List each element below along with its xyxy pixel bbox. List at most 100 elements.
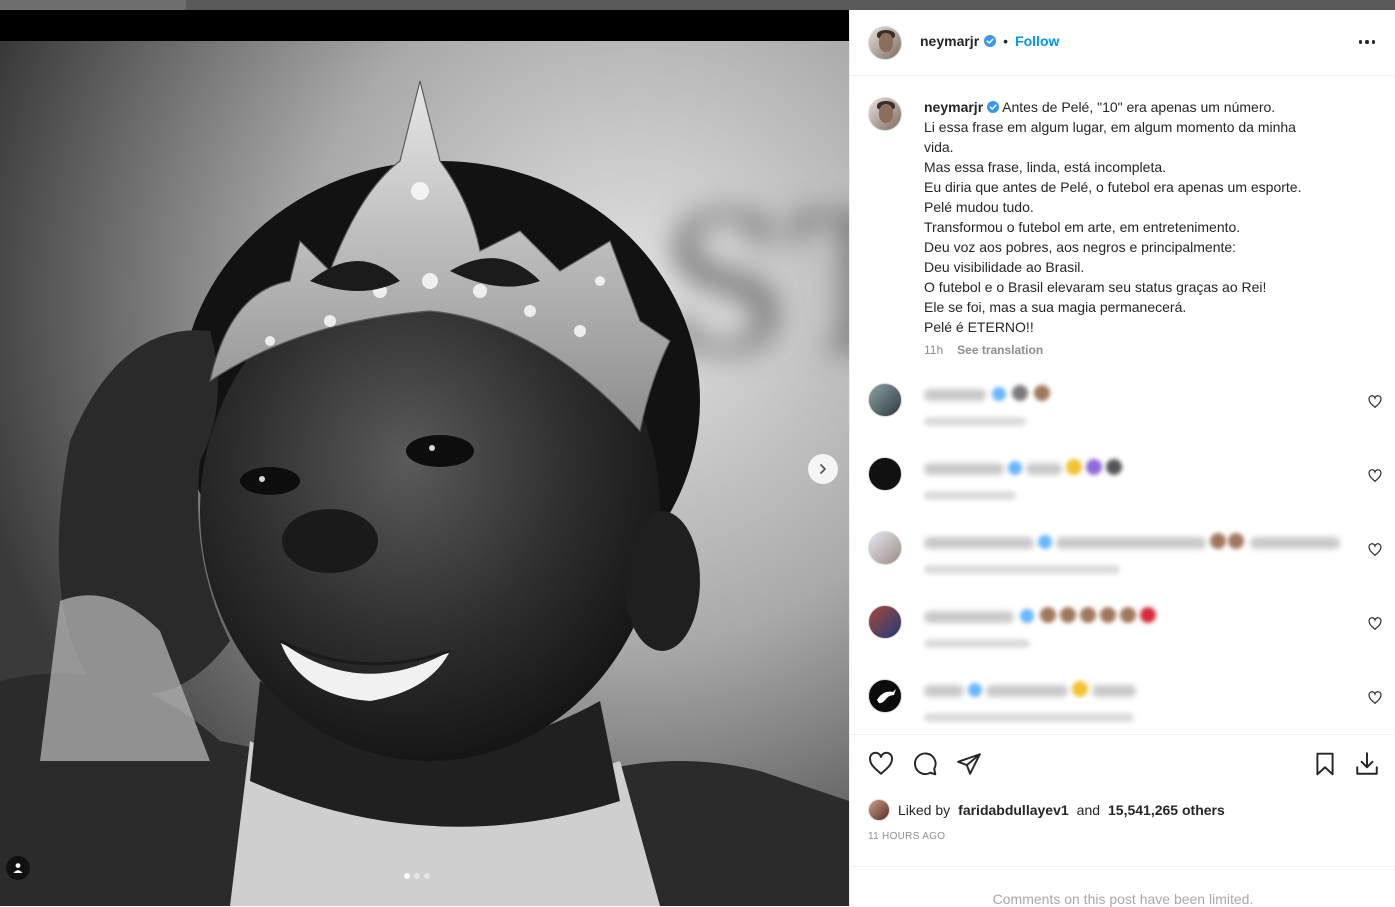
- commenter-avatar[interactable]: [868, 457, 902, 491]
- paper-plane-icon[interactable]: [956, 751, 982, 777]
- commenter-avatar[interactable]: [868, 679, 902, 713]
- verified-badge-icon: [1020, 609, 1034, 623]
- carousel-indicator: [404, 873, 430, 879]
- chevron-right-icon: [820, 464, 826, 474]
- caption-author-avatar[interactable]: [868, 97, 902, 131]
- comment-blurred-text: [986, 685, 1068, 697]
- user-tag-icon: [13, 863, 23, 873]
- verified-badge-icon: [984, 35, 997, 47]
- carousel-dot: [424, 873, 430, 879]
- browser-top-strip: [0, 0, 1395, 10]
- caption-line: Deu visibilidade ao Brasil.: [924, 259, 1085, 275]
- emoji-icon: [1080, 607, 1096, 623]
- caption-line: Li essa frase em algum lugar, em algum m…: [924, 119, 1296, 135]
- emoji-icon: [1210, 533, 1226, 549]
- comment-blurred-meta: [924, 565, 1120, 574]
- post-photo[interactable]: ST: [0, 41, 849, 906]
- post-actions: Liked by faridabdullayev1 and 15,541,265…: [850, 734, 1395, 866]
- verified-badge-icon: [1008, 461, 1022, 475]
- post-header: neymarjr • Follow: [850, 10, 1395, 76]
- comment-like-icon[interactable]: [1368, 691, 1382, 705]
- comment-blurred-meta: [924, 491, 1016, 500]
- caption-line: Deu voz aos pobres, aos negros e princip…: [924, 239, 1237, 255]
- liker-avatar[interactable]: [868, 799, 890, 821]
- caption-meta: 11h See translation: [924, 343, 1043, 357]
- caption-line: Transformou o futebol em arte, em entret…: [924, 219, 1241, 235]
- comment-blurred-text: [924, 611, 1014, 623]
- post-timestamp[interactable]: 11 HOURS AGO: [868, 831, 945, 842]
- comment-blurred-meta: [924, 417, 1026, 426]
- emoji-icon: [1140, 607, 1156, 623]
- emoji-icon: [1228, 533, 1244, 549]
- author-username[interactable]: neymarjr: [920, 33, 979, 49]
- caption-line: Eu diria que antes de Pelé, o futebol er…: [924, 179, 1302, 195]
- comment-blurred-text: [1250, 537, 1340, 549]
- caption-line: Pelé é ETERNO!!: [924, 319, 1034, 335]
- carousel-dot: [404, 873, 410, 879]
- more-options-icon[interactable]: [1356, 36, 1378, 48]
- caption-line: vida.: [924, 139, 954, 155]
- comment-blurred-text: [1026, 463, 1062, 475]
- caption-line: O futebol e o Brasil elevaram seu status…: [924, 279, 1267, 295]
- caption-line: Pelé mudou tudo.: [924, 199, 1034, 215]
- comment-like-icon[interactable]: [1368, 469, 1382, 483]
- post-media-panel: ST: [0, 10, 849, 906]
- comments-area[interactable]: neymarjr Antes de Pelé, "10" era apenas …: [850, 77, 1395, 734]
- comment-blurred-text: [924, 537, 1034, 549]
- caption-text: neymarjr Antes de Pelé, "10" era apenas …: [924, 97, 1354, 337]
- comment-like-icon[interactable]: [1368, 617, 1382, 631]
- caption-username[interactable]: neymarjr: [924, 99, 983, 115]
- comments-limited-notice: Comments on this post have been limited.: [850, 866, 1395, 907]
- author-info: neymarjr • Follow: [920, 33, 1059, 49]
- comment-blurred-text: [924, 463, 1004, 475]
- emoji-icon: [1106, 459, 1122, 475]
- comment-like-icon[interactable]: [1368, 395, 1382, 409]
- comment-blurred-text: [1092, 685, 1136, 697]
- caption-line: Mas essa frase, linda, está incompleta.: [924, 159, 1167, 175]
- heart-icon[interactable]: [868, 751, 894, 777]
- likes-count[interactable]: 15,541,265 others: [1108, 802, 1225, 818]
- verified-badge-icon: [992, 387, 1006, 401]
- verified-badge-icon: [968, 683, 982, 697]
- comment-blurred-text: [924, 685, 964, 697]
- emoji-icon: [1012, 385, 1028, 401]
- comment-blurred-text: [1056, 537, 1206, 549]
- emoji-icon: [1034, 385, 1050, 401]
- tagged-users-button[interactable]: [6, 856, 30, 880]
- comment-blurred-text: [924, 389, 986, 401]
- top-strip-segment: [188, 0, 1395, 10]
- comment-item: [868, 531, 1382, 587]
- liked-and: and: [1076, 802, 1101, 818]
- verified-badge-icon: [1038, 535, 1052, 549]
- emoji-icon: [1072, 681, 1088, 697]
- author-avatar[interactable]: [868, 26, 902, 60]
- comment-blurred-meta: [924, 639, 1030, 648]
- caption-line: Ele se foi, mas a sua magia permanecerá.: [924, 299, 1187, 315]
- liker-username[interactable]: faridabdullayev1: [958, 802, 1069, 818]
- commenter-avatar[interactable]: [868, 531, 902, 565]
- caption-line: Antes de Pelé, "10" era apenas um número…: [1002, 99, 1276, 115]
- carousel-next-button[interactable]: [808, 454, 838, 484]
- comment-item: [868, 383, 1382, 439]
- caption-timestamp[interactable]: 11h: [924, 343, 943, 357]
- top-strip-segment: [0, 0, 186, 10]
- follow-button[interactable]: Follow: [1015, 33, 1059, 49]
- comment-item: [868, 457, 1382, 513]
- comment-bubble-icon[interactable]: [912, 751, 938, 777]
- comment-item: [868, 679, 1382, 734]
- emoji-icon: [1066, 459, 1082, 475]
- puma-logo-icon: [877, 689, 896, 704]
- see-translation-link[interactable]: See translation: [957, 343, 1043, 357]
- commenter-avatar[interactable]: [868, 383, 902, 417]
- carousel-dot: [414, 873, 420, 879]
- download-icon[interactable]: [1354, 751, 1380, 777]
- emoji-icon: [1120, 607, 1136, 623]
- comment-blurred-meta: [924, 713, 1134, 722]
- commenter-avatar[interactable]: [868, 605, 902, 639]
- header-separator: •: [1003, 33, 1009, 49]
- likes-summary: Liked by faridabdullayev1 and 15,541,265…: [868, 799, 1225, 821]
- photo-illustration: ST: [0, 41, 849, 906]
- bookmark-icon[interactable]: [1312, 751, 1338, 777]
- verified-badge-icon: [987, 101, 1000, 113]
- comment-like-icon[interactable]: [1368, 543, 1382, 557]
